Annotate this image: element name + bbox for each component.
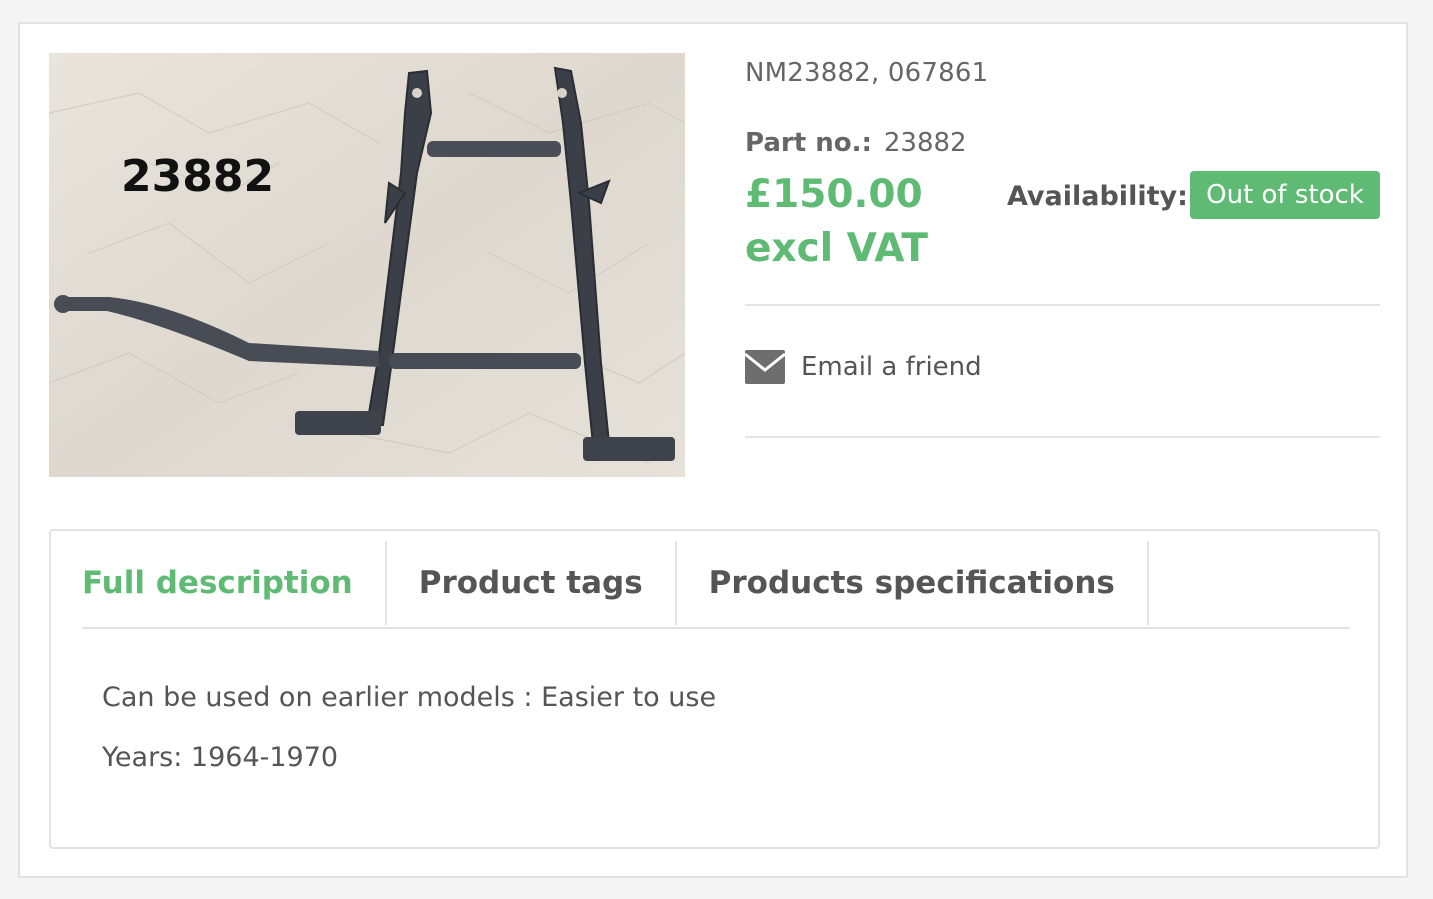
product-image[interactable]: 23882: [49, 53, 685, 477]
tab-full-description[interactable]: Full description: [82, 541, 387, 625]
tab-bar: Full description Product tags Products s…: [82, 541, 1350, 629]
email-a-friend-link[interactable]: Email a friend: [745, 348, 982, 386]
tab-product-tags[interactable]: Product tags: [387, 541, 677, 625]
stock-status-badge: Out of stock: [1190, 171, 1380, 219]
availability-label: Availability:: [1007, 181, 1188, 212]
product-tabs: Full description Product tags Products s…: [49, 529, 1380, 849]
part-number-value: 23882: [883, 128, 967, 158]
sku-text: NM23882, 067861: [745, 58, 989, 88]
description-panel: Can be used on earlier models : Easier t…: [102, 681, 716, 801]
tab-products-specifications[interactable]: Products specifications: [677, 541, 1149, 625]
description-line: Can be used on earlier models : Easier t…: [102, 682, 717, 713]
part-number: Part no.: 23882: [745, 128, 967, 158]
divider: [745, 436, 1380, 438]
envelope-icon: [745, 350, 785, 384]
divider: [745, 304, 1380, 306]
price: £150.00 excl VAT: [745, 172, 928, 271]
email-a-friend-label: Email a friend: [801, 352, 982, 382]
description-years: Years: 1964-1970: [102, 742, 339, 773]
image-label: 23882: [121, 151, 274, 202]
part-number-label: Part no.:: [745, 128, 872, 158]
